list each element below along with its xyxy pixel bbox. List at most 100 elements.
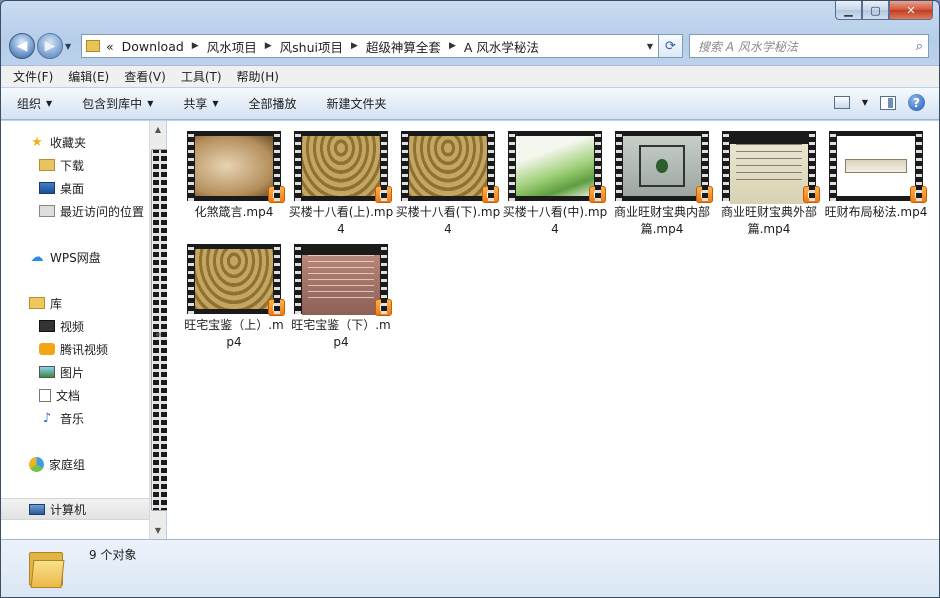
organize-button[interactable]: 组织 ▼ [17,95,52,112]
new-folder-button[interactable]: 新建文件夹 [327,95,387,112]
nav-videos[interactable]: 视频 [1,315,149,337]
nav-wps-cloud[interactable]: ☁ WPS网盘 [1,246,149,268]
download-folder-icon [39,159,55,171]
breadcrumb-super-suite[interactable]: 超级神算全套 [366,37,441,56]
nav-downloads[interactable]: 下载 [1,154,149,176]
chevron-right-icon[interactable]: ▶ [351,41,358,51]
forward-button[interactable]: ▶ [37,33,63,59]
address-bar[interactable]: « Download ▶ 风水项目 ▶ 风shui项目 ▶ 超级神算全套 ▶ A 风水学… [81,34,659,58]
tencent-video-icon [39,343,55,355]
chevron-right-icon[interactable]: ▶ [192,41,199,51]
file-tile[interactable]: ▶ 商业旺财宝典外部篇.mp4 [716,121,822,238]
chevron-right-icon[interactable]: ▶ [449,41,456,51]
recent-pages-dropdown[interactable]: ▼ [65,42,77,51]
breadcrumb-current[interactable]: A 风水学秘法 [464,37,539,56]
video-thumbnail: ▶ [829,131,927,203]
nav-homegroup[interactable]: 家庭组 [1,453,149,475]
minimize-button[interactable]: ▁ [835,1,862,20]
menu-tools[interactable]: 工具(T) [181,68,222,85]
thumbnail-frame [302,136,380,196]
file-tile[interactable]: ▶ 商业旺财宝典内部篇.mp4 [609,121,715,238]
nav-recent[interactable]: 最近访问的位置 [1,200,149,222]
maximize-button[interactable]: ▢ [862,1,889,20]
menu-view[interactable]: 查看(V) [124,68,166,85]
view-controls: ▼ ? [833,94,925,111]
thumbnail-frame [516,136,594,196]
chevron-right-icon[interactable]: ▶ [265,41,272,51]
desktop-icon [39,182,55,194]
menu-edit[interactable]: 编辑(E) [68,68,109,85]
back-button[interactable]: ◀ [9,33,35,59]
search-placeholder: 搜索 A 风水学秘法 [698,39,798,54]
include-library-button[interactable]: 包含到库中 ▼ [82,95,153,112]
nav-desktop[interactable]: 桌面 [1,177,149,199]
breadcrumb-download[interactable]: Download [122,39,184,54]
nav-label: 视频 [60,319,85,334]
file-name: 旺财布局秘法.mp4 [824,205,928,219]
share-button[interactable]: 共享 ▼ [183,95,218,112]
change-view-icon[interactable] [833,96,850,109]
navigation-pane: ★ 收藏夹 下载 桌面 最近访问的位置 ☁ WPS网盘 库 视频 腾讯视频 图片 文… [1,121,149,539]
computer-icon [29,503,45,515]
video-thumbnail: ▶ [722,131,820,204]
menu-file[interactable]: 文件(F) [13,68,53,85]
search-icon[interactable]: ⌕ [916,39,923,54]
nav-tencent-video[interactable]: 腾讯视频 [1,338,149,360]
command-bar: 组织 ▼ 包含到库中 ▼ 共享 ▼ 全部播放 新建文件夹 ▼ ? [1,88,939,120]
nav-music[interactable]: ♪ 音乐 [1,407,149,429]
scroll-up-icon[interactable]: ▲ [150,121,166,138]
file-tile[interactable]: ▶ 买楼十八看(下).mp4 [395,121,501,238]
close-button[interactable]: ✕ [889,1,933,20]
video-thumbnail: ▶ [294,131,392,203]
video-thumbnail: ▶ [615,131,713,203]
caption-buttons: ▁ ▢ ✕ [835,1,933,21]
thumbnail-frame [409,136,487,196]
breadcrumb-fengshui-project[interactable]: 风水项目 [207,37,257,56]
thumbnail-frame [730,144,808,204]
thumbnail-frame [195,249,273,309]
file-tile[interactable]: ▶ 旺宅宝鉴（上）.mp4 [181,234,287,351]
file-name: 旺宅宝鉴（下）.mp4 [291,318,391,349]
nav-pictures[interactable]: 图片 [1,361,149,383]
folder-front [30,560,65,588]
nav-favorites[interactable]: ★ 收藏夹 [1,131,149,153]
file-tile[interactable]: ▶ 旺财布局秘法.mp4 [823,121,929,221]
file-name: 商业旺财宝典外部篇.mp4 [720,205,817,236]
file-tile[interactable]: ▶ 买楼十八看(中).mp4 [502,121,608,238]
folder-icon [86,40,100,52]
view-dropdown-icon[interactable]: ▼ [862,98,868,107]
preview-pane-icon[interactable] [880,95,896,110]
nav-scrollbar[interactable]: ▲ ≡ ▼ [149,121,169,539]
refresh-button[interactable]: ⟳ [659,34,683,58]
menu-help[interactable]: 帮助(H) [237,68,279,85]
play-icon: ▶ [589,186,606,203]
nav-computer[interactable]: 计算机 [1,498,149,520]
menu-bar: 文件(F) 编辑(E) 查看(V) 工具(T) 帮助(H) [1,65,939,87]
play-all-button[interactable]: 全部播放 [249,95,297,112]
file-tile[interactable]: ▶ 旺宅宝鉴（下）.mp4 [288,234,394,351]
recent-places-icon [39,205,55,217]
play-icon: ▶ [375,186,392,203]
nav-label: 音乐 [60,411,85,426]
play-icon: ▶ [803,186,820,203]
homegroup-icon [29,456,44,472]
file-tile[interactable]: ▶ 买楼十八看(上).mp4 [288,121,394,238]
nav-label: 文档 [56,388,81,403]
nav-label: 最近访问的位置 [60,204,145,219]
text-lines [736,144,802,184]
video-thumbnail: ▶ [294,244,392,316]
file-name: 化煞箴言.mp4 [194,205,274,219]
nav-documents[interactable]: 文档 [1,384,149,406]
scroll-down-icon[interactable]: ▼ [150,522,166,539]
address-dropdown-icon[interactable]: ▼ [642,42,658,51]
address-overflow[interactable]: « [106,39,114,54]
help-icon[interactable]: ? [908,94,925,111]
share-label: 共享 [183,97,208,111]
document-library-icon [39,388,51,402]
search-input[interactable]: 搜索 A 风水学秘法 ⌕ [689,34,929,58]
file-tile[interactable]: ▶ 化煞箴言.mp4 [181,121,287,221]
file-name: 买楼十八看(上).mp4 [288,205,394,236]
breadcrumb-fengshui-sub[interactable]: 风shui项目 [280,37,343,56]
nav-label: 桌面 [60,181,85,196]
nav-libraries[interactable]: 库 [1,292,149,314]
